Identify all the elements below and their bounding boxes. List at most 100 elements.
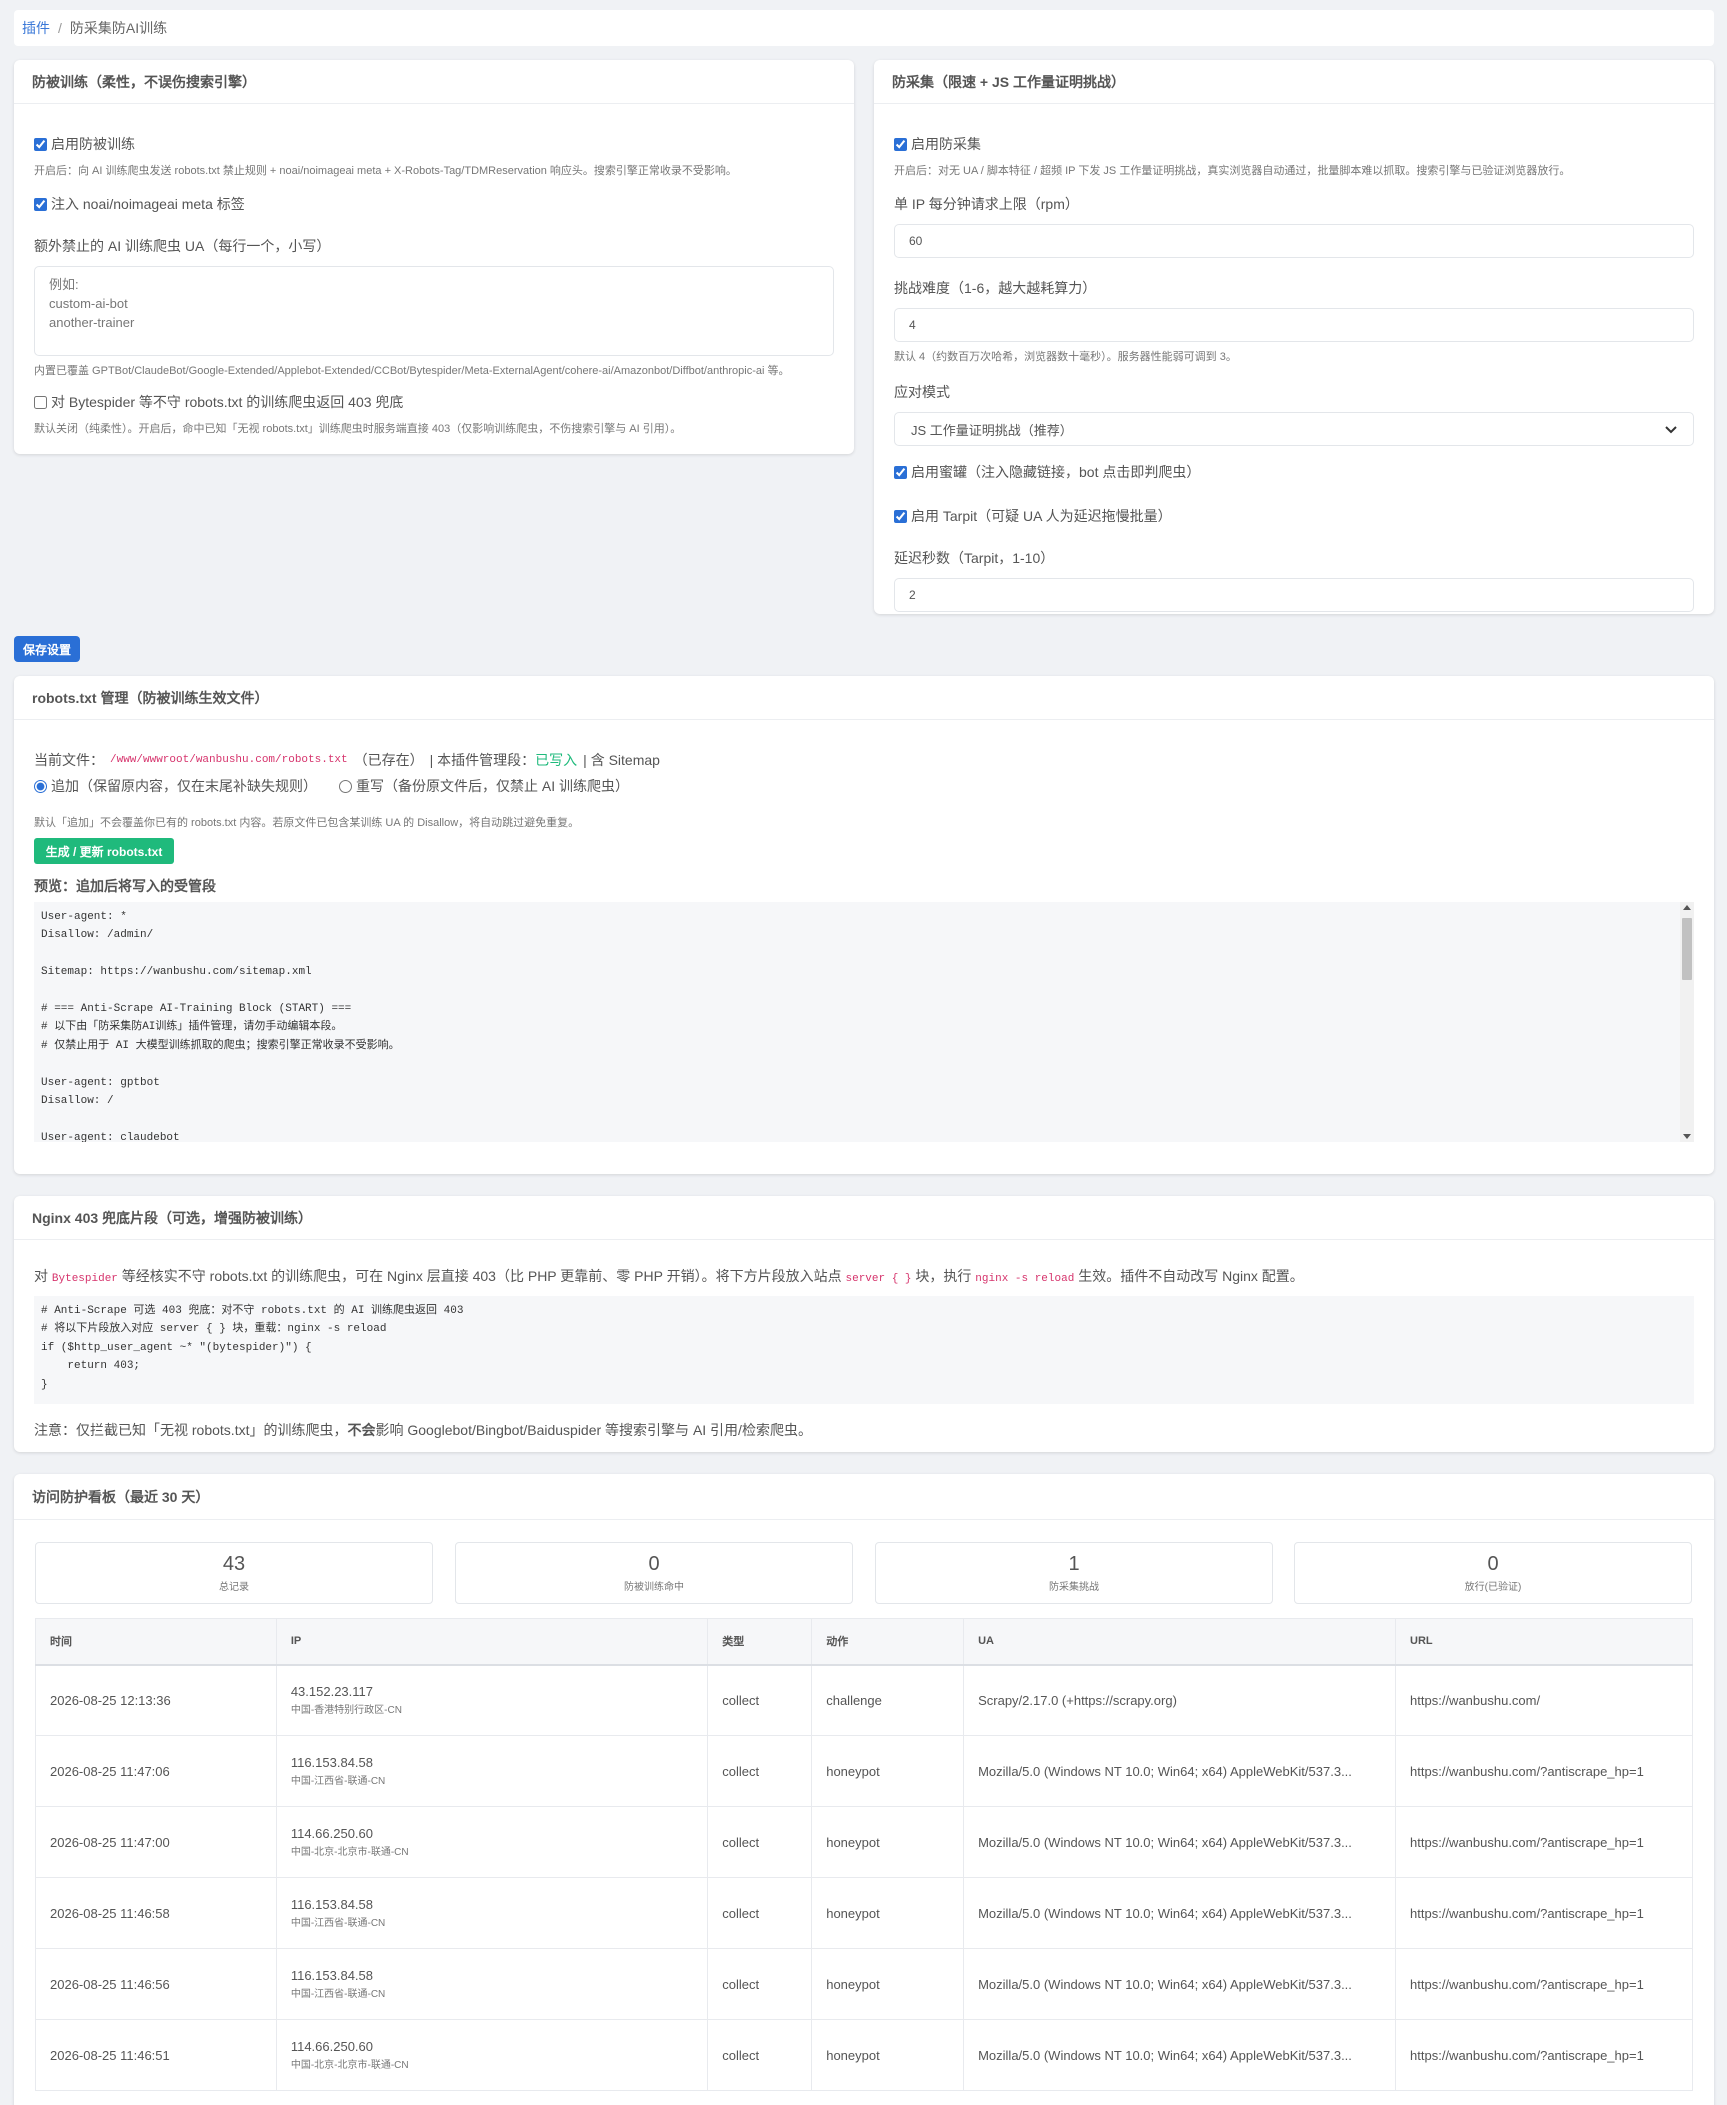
robots-file-exists: （已存在）	[353, 752, 424, 768]
cell-ip-address: 114.66.250.60	[290, 2039, 373, 2054]
nginx-snippet-box[interactable]: # Anti-Scrape 可选 403 兜底：对不守 robots.txt 的…	[34, 1296, 1694, 1404]
enable-anti-training-checkbox[interactable]	[34, 137, 47, 151]
nginx-desc-code-bytespider: Bytespider	[51, 1273, 118, 1285]
robots-card-title: robots.txt 管理（防被训练生效文件）	[14, 676, 1714, 720]
cell-url: https://wanbushu.com/?antiscrape_hp=1	[1395, 1948, 1693, 2020]
cell-ip: 114.66.250.60 中国-北京-北京市-联通-CN	[275, 1806, 709, 1878]
mode-append-label: 追加（保留原内容，仅在末尾补缺失规则）	[51, 778, 317, 794]
cell-type: collect	[707, 2019, 813, 2091]
enable-anti-training-checkbox-row[interactable]: 启用防被训练	[34, 134, 834, 154]
cell-ip: 43.152.23.117 中国-香港特别行政区-CN	[275, 1664, 709, 1736]
nginx-desc-part-4: 生效。插件不自动改写 Nginx 配置。	[1074, 1268, 1304, 1284]
tarpit-checkbox-row[interactable]: 启用 Tarpit（可疑 UA 人为延迟拖慢批量）	[894, 506, 1694, 526]
breadcrumb-separator: /	[58, 20, 62, 36]
nginx-card: Nginx 403 兜底片段（可选，增强防被训练） 对 Bytespider 等…	[14, 1196, 1714, 1452]
cell-ip-location: 中国-江西省-联通-CN	[290, 1918, 386, 1929]
save-button[interactable]: 保存设置	[14, 636, 80, 662]
nginx-description: 对 Bytespider 等经核实不守 robots.txt 的训练爬虫，可在 …	[34, 1266, 1694, 1286]
table-row: 2026-08-25 11:46:51 114.66.250.60 中国-北京-北…	[35, 2019, 1693, 2091]
scroll-down-arrow-icon[interactable]	[1683, 1134, 1691, 1139]
block-403-help: 默认关闭（纯柔性）。开启后，命中已知「无视 robots.txt」训练爬虫时服务…	[34, 423, 682, 435]
cell-action: honeypot	[811, 1735, 965, 1807]
table-row: 2026-08-25 11:47:06 116.153.84.58 中国-江西省-…	[35, 1735, 1693, 1807]
cell-ip-location: 中国-北京-北京市-联通-CN	[290, 1847, 409, 1858]
rpm-input[interactable]: 60	[894, 224, 1694, 258]
breadcrumb-plugins-link[interactable]: 插件	[22, 18, 50, 38]
cell-type: collect	[707, 1806, 813, 1878]
dashboard-card: 访问防护看板（最近 30 天） 43 总记录 0 防被训练命中 1 防采集挑战 …	[14, 1474, 1714, 2105]
cell-ip-location: 中国-北京-北京市-联通-CN	[290, 2060, 409, 2071]
cell-ua: Mozilla/5.0 (Windows NT 10.0; Win64; x64…	[963, 2019, 1397, 2091]
enable-anti-training-label: 启用防被训练	[51, 136, 135, 152]
delay-label: 延迟秒数（Tarpit，1-10）	[894, 550, 1055, 566]
cell-type: collect	[707, 1664, 813, 1736]
cell-ip: 116.153.84.58 中国-江西省-联通-CN	[275, 1948, 709, 2020]
nginx-desc-part-3: 块，执行	[911, 1268, 976, 1284]
nginx-card-title: Nginx 403 兜底片段（可选，增强防被训练）	[14, 1196, 1714, 1240]
stat-total-label: 总记录	[219, 1582, 249, 1593]
preview-scrollbar[interactable]	[1680, 902, 1694, 1142]
cell-ip-location: 中国-江西省-联通-CN	[290, 1989, 386, 2000]
honeypot-checkbox[interactable]	[894, 465, 907, 479]
stat-verified-pass: 0 放行(已验证)	[1294, 1542, 1692, 1604]
builtin-ua-help: 内置已覆盖 GPTBot/ClaudeBot/Google-Extended/A…	[34, 365, 790, 377]
cell-ua: Mozilla/5.0 (Windows NT 10.0; Win64; x64…	[963, 1735, 1397, 1807]
cell-type: collect	[707, 1877, 813, 1949]
enable-anti-scrape-help: 开启后：对无 UA / 脚本特征 / 超频 IP 下发 JS 工作量证明挑战，真…	[894, 165, 1571, 177]
inject-meta-checkbox[interactable]	[34, 197, 47, 211]
cell-action: honeypot	[811, 1948, 965, 2020]
robots-preview-box[interactable]: User-agent: * Disallow: /admin/ Sitemap:…	[34, 902, 1694, 1142]
table-row: 2026-08-25 11:46:58 116.153.84.58 中国-江西省-…	[35, 1877, 1693, 1949]
col-action: 动作	[811, 1618, 965, 1666]
mode-append-radio[interactable]	[34, 779, 47, 793]
cell-url: https://wanbushu.com/?antiscrape_hp=1	[1395, 1806, 1693, 1878]
nginx-desc-code-server: server { }	[845, 1273, 912, 1285]
cell-ip: 116.153.84.58 中国-江西省-联通-CN	[275, 1877, 709, 1949]
robots-card: robots.txt 管理（防被训练生效文件） 当前文件： /www/wwwro…	[14, 676, 1714, 1174]
difficulty-input[interactable]: 4	[894, 308, 1694, 342]
mode-overwrite-radio-row[interactable]: 重写（备份原文件后，仅禁止 AI 训练爬虫）	[339, 776, 629, 796]
cell-ua: Mozilla/5.0 (Windows NT 10.0; Win64; x64…	[963, 1806, 1397, 1878]
mode-append-radio-row[interactable]: 追加（保留原内容，仅在末尾补缺失规则）	[34, 776, 317, 796]
enable-anti-scrape-checkbox-row[interactable]: 启用防采集	[894, 134, 1694, 154]
cell-ip-location: 中国-江西省-联通-CN	[290, 1776, 386, 1787]
cell-ua: Mozilla/5.0 (Windows NT 10.0; Win64; x64…	[963, 1948, 1397, 2020]
generate-robots-button[interactable]: 生成 / 更新 robots.txt	[34, 838, 174, 864]
cell-time: 2026-08-25 11:46:51	[35, 2019, 277, 2091]
cell-ip-address: 116.153.84.58	[290, 1755, 373, 1770]
cell-ip-address: 114.66.250.60	[290, 1826, 373, 1841]
enable-anti-training-help: 开启后：向 AI 训练爬虫发送 robots.txt 禁止规则 + noai/n…	[34, 165, 737, 177]
mode-overwrite-radio[interactable]	[339, 779, 352, 793]
breadcrumb-current: 防采集防AI训练	[69, 20, 168, 36]
col-url: URL	[1395, 1618, 1693, 1666]
cell-url: https://wanbushu.com/	[1395, 1664, 1693, 1736]
block-403-checkbox[interactable]	[34, 395, 47, 409]
stat-scrape-challenge-value: 1	[1068, 1553, 1080, 1575]
honeypot-label: 启用蜜罐（注入隐藏链接，bot 点击即判爬虫）	[911, 464, 1201, 480]
anti-training-card: 防被训练（柔性，不误伤搜索引擎） 启用防被训练 开启后：向 AI 训练爬虫发送 …	[14, 60, 854, 454]
mode-label: 应对模式	[894, 384, 950, 400]
nginx-desc-part-2: 等经核实不守 robots.txt 的训练爬虫，可在 Nginx 层直接 403…	[117, 1268, 846, 1284]
block-403-checkbox-row[interactable]: 对 Bytespider 等不守 robots.txt 的训练爬虫返回 403 …	[34, 392, 834, 412]
difficulty-help: 默认 4（约数百万次哈希，浏览器数十毫秒）。服务器性能弱可调到 3。	[894, 351, 1237, 363]
scroll-up-arrow-icon[interactable]	[1683, 905, 1691, 910]
robots-sitemap-status: | 含 Sitemap	[583, 752, 660, 768]
preview-scrollbar-thumb[interactable]	[1682, 918, 1692, 980]
robots-file-path: /www/wwwroot/wanbushu.com/robots.txt	[110, 754, 348, 766]
tarpit-label: 启用 Tarpit（可疑 UA 人为延迟拖慢批量）	[911, 508, 1172, 524]
robots-preview-code: User-agent: * Disallow: /admin/ Sitemap:…	[41, 911, 400, 1142]
breadcrumb: 插件 / 防采集防AI训练	[14, 10, 1714, 46]
mode-select[interactable]: JS 工作量证明挑战（推荐）	[894, 412, 1694, 446]
stat-training-hits-label: 防被训练命中	[624, 1582, 684, 1593]
stat-verified-pass-value: 0	[1487, 1553, 1499, 1575]
tarpit-checkbox[interactable]	[894, 509, 907, 523]
cell-action: honeypot	[811, 2019, 965, 2091]
chevron-down-icon	[1665, 422, 1677, 437]
delay-input[interactable]: 2	[894, 578, 1694, 612]
stat-scrape-challenge: 1 防采集挑战	[875, 1542, 1273, 1604]
extra-ua-textarea[interactable]: 例如: custom-ai-bot another-trainer	[34, 266, 834, 356]
difficulty-label: 挑战难度（1-6，越大越耗算力）	[894, 280, 1097, 296]
honeypot-checkbox-row[interactable]: 启用蜜罐（注入隐藏链接，bot 点击即判爬虫）	[894, 462, 1694, 482]
inject-meta-checkbox-row[interactable]: 注入 noai/noimageai meta 标签	[34, 194, 834, 214]
enable-anti-scrape-checkbox[interactable]	[894, 137, 907, 151]
